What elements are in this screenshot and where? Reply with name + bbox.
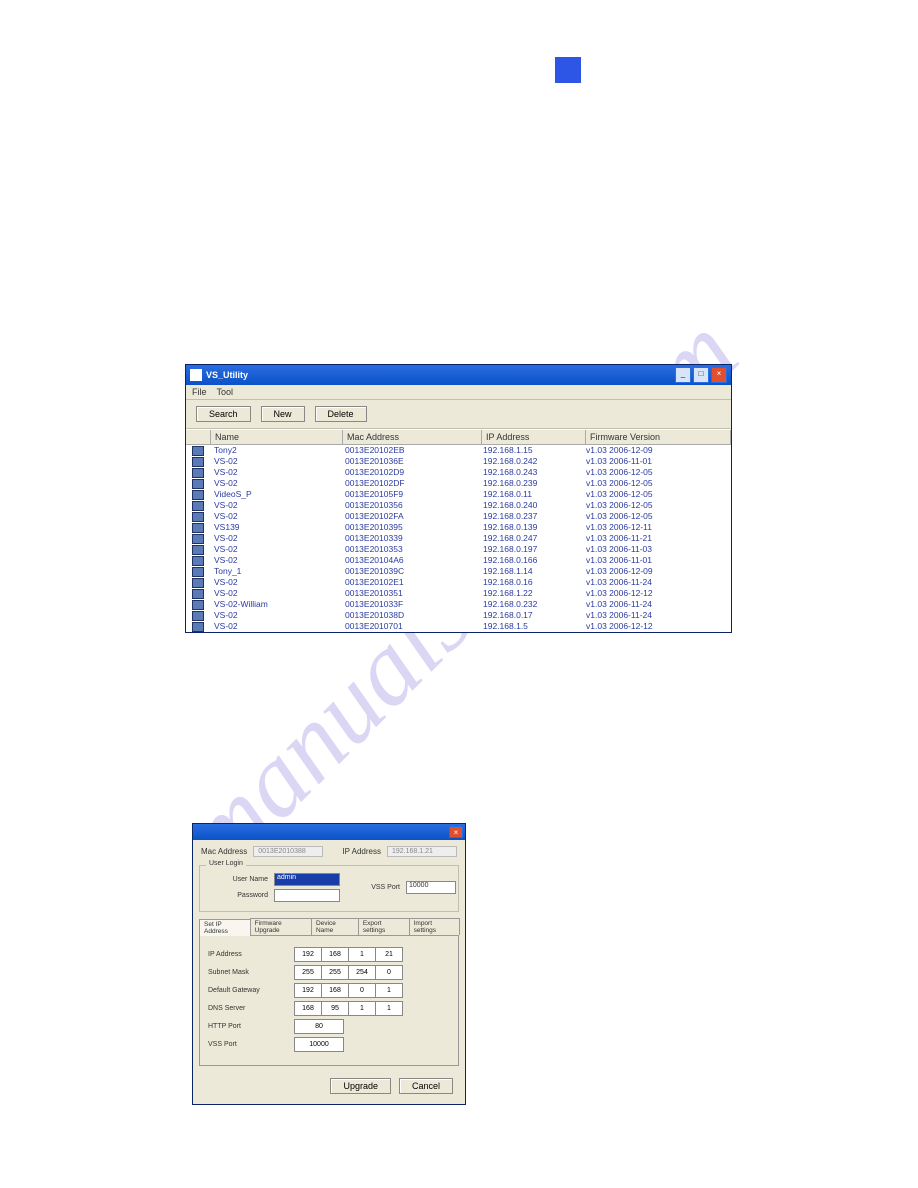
ipaddr-label: IP Address <box>208 951 294 958</box>
page-accent <box>555 57 581 83</box>
dns-label: DNS Server <box>208 1005 294 1012</box>
table-row[interactable]: VS-020013E20102FA192.168.0.237v1.03 2006… <box>186 511 731 522</box>
password-label: Password <box>208 892 274 899</box>
settings-dialog: × Mac Address 0013E2010388 IP Address 19… <box>192 823 466 1105</box>
cancel-button[interactable]: Cancel <box>399 1078 453 1094</box>
maximize-button[interactable]: □ <box>693 367 709 383</box>
device-icon <box>192 468 204 478</box>
tab-set-ip[interactable]: Set IP Address <box>199 919 251 936</box>
device-icon <box>192 523 204 533</box>
httpport-input[interactable] <box>294 1019 344 1034</box>
device-icon <box>192 567 204 577</box>
device-icon <box>192 490 204 500</box>
device-icon <box>192 479 204 489</box>
device-icon <box>192 622 204 632</box>
table-row[interactable]: Tony_10013E201039C192.168.1.14v1.03 2006… <box>186 566 731 577</box>
vssport2-label: VSS Port <box>208 1041 294 1048</box>
ip-value: 192.168.1.21 <box>387 846 457 857</box>
device-icon <box>192 534 204 544</box>
table-row[interactable]: VS-020013E2010356192.168.0.240v1.03 2006… <box>186 500 731 511</box>
device-icon <box>192 600 204 610</box>
subnet-input[interactable] <box>294 965 403 980</box>
delete-button[interactable]: Delete <box>315 406 367 422</box>
username-input[interactable]: admin <box>274 873 340 886</box>
settings-tabs: Set IP Address Firmware Upgrade Device N… <box>199 918 459 936</box>
gateway-input[interactable] <box>294 983 403 998</box>
device-icon <box>192 501 204 511</box>
col-ip[interactable]: IP Address <box>482 430 586 444</box>
menubar: File Tool <box>186 385 731 400</box>
toolbar: Search New Delete <box>186 400 731 429</box>
ipaddr-input[interactable] <box>294 947 403 962</box>
device-icon <box>192 446 204 456</box>
vssport2-input[interactable] <box>294 1037 344 1052</box>
table-row[interactable]: VS-020013E2010353192.168.0.197v1.03 2006… <box>186 544 731 555</box>
vssport-label: VSS Port <box>340 884 406 891</box>
window-title: VS_Utility <box>206 370 248 380</box>
tab-content: IP Address Subnet Mask Default Gateway D… <box>199 936 459 1066</box>
table-row[interactable]: VS-020013E2010351192.168.1.22v1.03 2006-… <box>186 588 731 599</box>
tab-import[interactable]: Import settings <box>409 918 460 935</box>
vs-utility-window: VS_Utility _ □ × File Tool Search New De… <box>185 364 732 633</box>
table-row[interactable]: VS-020013E2010339192.168.0.247v1.03 2006… <box>186 533 731 544</box>
dialog-buttons: Upgrade Cancel <box>193 1072 465 1104</box>
col-fw[interactable]: Firmware Version <box>586 430 731 444</box>
menu-tool[interactable]: Tool <box>217 387 234 397</box>
table-row[interactable]: Tony20013E20102EB192.168.1.15v1.03 2006-… <box>186 445 731 456</box>
group-title: User Login <box>206 860 246 867</box>
vssport-input[interactable]: 10000 <box>406 881 456 894</box>
table-row[interactable]: VS-020013E2010701192.168.1.5v1.03 2006-1… <box>186 621 731 632</box>
tab-export[interactable]: Export settings <box>358 918 410 935</box>
table-row[interactable]: VS-020013E20104A6192.168.0.166v1.03 2006… <box>186 555 731 566</box>
minimize-button[interactable]: _ <box>675 367 691 383</box>
device-list[interactable]: Tony20013E20102EB192.168.1.15v1.03 2006-… <box>186 445 731 632</box>
device-icon <box>192 457 204 467</box>
dialog-close-button[interactable]: × <box>449 826 463 838</box>
titlebar[interactable]: VS_Utility _ □ × <box>186 365 731 385</box>
app-icon <box>190 369 202 381</box>
tab-fw-upgrade[interactable]: Firmware Upgrade <box>250 918 312 935</box>
new-button[interactable]: New <box>261 406 305 422</box>
table-row[interactable]: VS-020013E20102E1192.168.0.16v1.03 2006-… <box>186 577 731 588</box>
device-icon <box>192 512 204 522</box>
dns-input[interactable] <box>294 1001 403 1016</box>
table-row[interactable]: VS-02-William0013E201033F192.168.0.232v1… <box>186 599 731 610</box>
user-login-group: User Login User Name admin Password VSS … <box>199 865 459 912</box>
search-button[interactable]: Search <box>196 406 251 422</box>
subnet-label: Subnet Mask <box>208 969 294 976</box>
mac-label: Mac Address <box>201 847 247 856</box>
ip-label: IP Address <box>342 847 381 856</box>
device-icon <box>192 589 204 599</box>
password-input[interactable] <box>274 889 340 902</box>
device-icon <box>192 545 204 555</box>
gateway-label: Default Gateway <box>208 987 294 994</box>
device-icon <box>192 611 204 621</box>
mac-value: 0013E2010388 <box>253 846 323 857</box>
col-name[interactable]: Name <box>211 430 343 444</box>
username-label: User Name <box>208 876 274 883</box>
table-row[interactable]: VS-020013E20102D9192.168.0.243v1.03 2006… <box>186 467 731 478</box>
table-row[interactable]: VS-020013E20102DF192.168.0.239v1.03 2006… <box>186 478 731 489</box>
menu-file[interactable]: File <box>192 387 207 397</box>
tab-device-name[interactable]: Device Name <box>311 918 359 935</box>
upgrade-button[interactable]: Upgrade <box>330 1078 391 1094</box>
col-mac[interactable]: Mac Address <box>343 430 482 444</box>
device-icon <box>192 556 204 566</box>
httpport-label: HTTP Port <box>208 1023 294 1030</box>
table-header: Name Mac Address IP Address Firmware Ver… <box>186 429 731 445</box>
close-button[interactable]: × <box>711 367 727 383</box>
device-icon <box>192 578 204 588</box>
dialog-titlebar[interactable]: × <box>193 824 465 840</box>
table-row[interactable]: VideoS_P0013E20105F9192.168.0.11v1.03 20… <box>186 489 731 500</box>
table-row[interactable]: VS-020013E201036E192.168.0.242v1.03 2006… <box>186 456 731 467</box>
table-row[interactable]: VS-020013E201038D192.168.0.17v1.03 2006-… <box>186 610 731 621</box>
table-row[interactable]: VS1390013E2010395192.168.0.139v1.03 2006… <box>186 522 731 533</box>
